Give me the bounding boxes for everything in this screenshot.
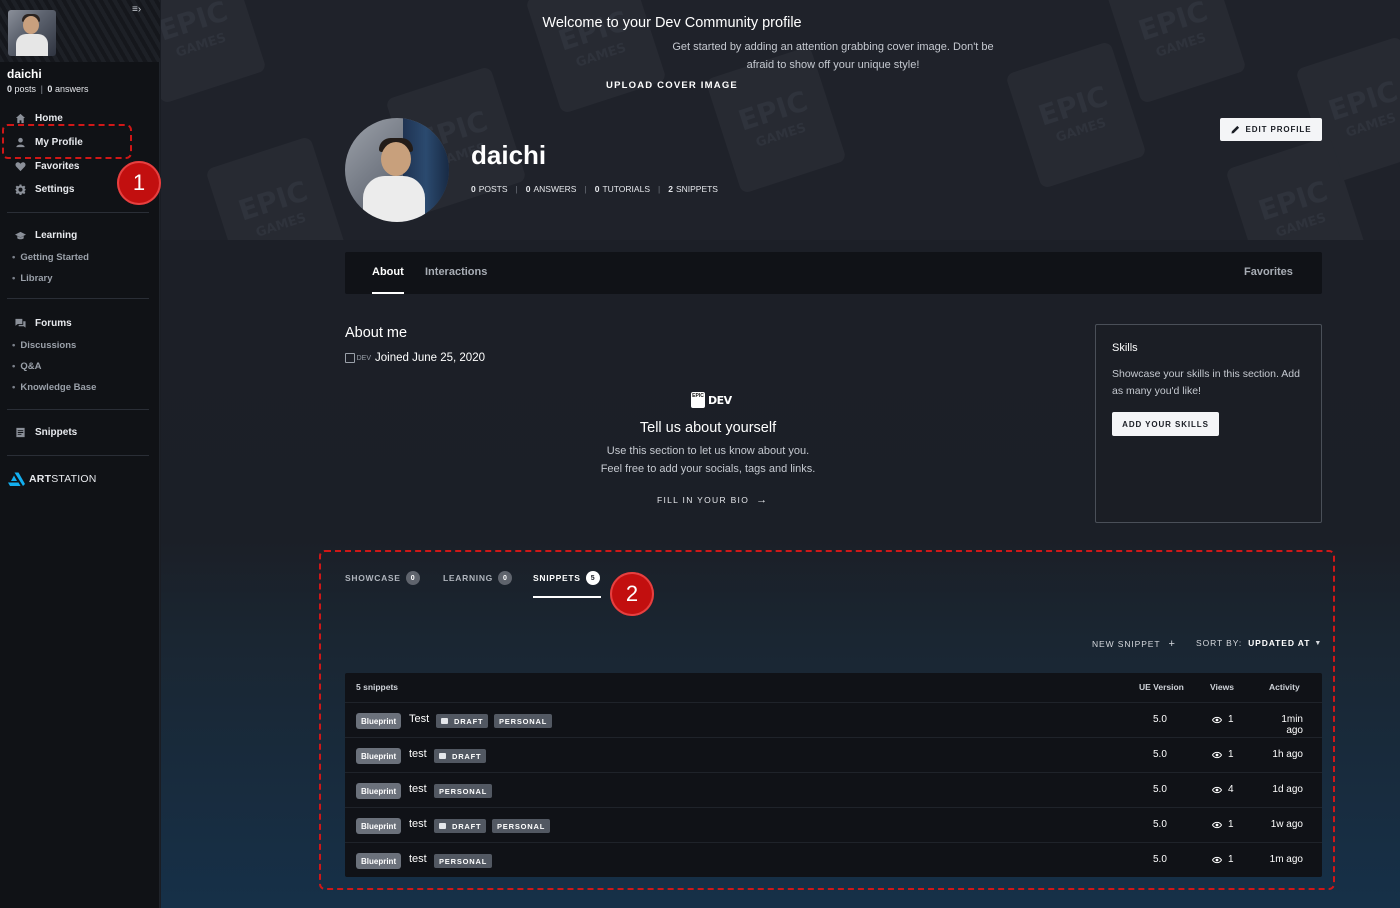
answers-count: 0	[47, 84, 53, 94]
tab-interactions[interactable]: Interactions	[425, 266, 487, 278]
sidebar-item-snippets[interactable]: Snippets	[14, 424, 77, 440]
avatar[interactable]	[8, 10, 56, 56]
skills-title: Skills	[1112, 342, 1138, 354]
answers-label: answers	[54, 84, 89, 94]
bio-empty-subtitle: Use this section to let us know about yo…	[600, 445, 816, 475]
sidebar-item-forums[interactable]: Forums	[14, 315, 72, 331]
profile-avatar[interactable]	[345, 118, 449, 222]
document-icon	[14, 426, 26, 438]
sidebar-subitem-library[interactable]: Library	[12, 273, 52, 284]
pencil-icon	[1230, 125, 1239, 134]
graduation-cap-icon	[14, 229, 26, 241]
sidebar-user-stats: 0 posts | 0 answers	[7, 84, 89, 94]
edit-profile-button[interactable]: EDIT PROFILE	[1220, 118, 1322, 141]
chat-bubbles-icon	[14, 317, 26, 329]
sidebar-subitem-qa[interactable]: Q&A	[12, 361, 41, 372]
sidebar-subitem-discussions[interactable]: Discussions	[12, 340, 76, 351]
sidebar-item-favorites[interactable]: Favorites	[14, 158, 79, 174]
cover-title: Welcome to your Dev Community profile	[542, 15, 802, 31]
dev-badge-icon: DEV	[345, 353, 371, 364]
watermark: EPIC GAMES	[1005, 40, 1147, 190]
sidebar-item-label: Learning	[35, 229, 78, 241]
artstation-label: STATION	[51, 473, 97, 485]
cover-area: EPIC GAMES EPIC GAMES EPIC GAMES EPIC GAMES …	[161, 0, 1400, 240]
about-title: About me	[345, 325, 408, 341]
gear-icon	[14, 183, 26, 195]
edit-profile-label: EDIT PROFILE	[1245, 125, 1312, 134]
sidebar-item-learning[interactable]: Learning	[14, 227, 77, 243]
profile-name: daichi	[471, 140, 547, 170]
sidebar-item-label: Home	[35, 112, 63, 124]
artstation-link[interactable]: ART STATION	[8, 472, 97, 486]
stat-tutorials[interactable]: 0 TUTORIALS	[595, 184, 650, 194]
joined-text: Joined June 25, 2020	[375, 352, 485, 364]
bio-empty-title: Tell us about yourself	[639, 420, 777, 436]
arrow-right-icon: →	[756, 494, 769, 506]
artstation-logo-icon	[8, 472, 25, 486]
skills-card: Skills Showcase your skills in this sect…	[1095, 324, 1322, 523]
stat-posts[interactable]: 0 POSTS	[471, 184, 508, 194]
tab-about[interactable]: About	[372, 266, 404, 294]
sidebar-item-settings[interactable]: Settings	[14, 181, 74, 197]
sidebar-item-label: Favorites	[35, 160, 80, 172]
sidebar-divider	[7, 409, 149, 410]
epic-dev-logo-icon: EPIC DEV	[691, 392, 732, 408]
profile-stats: 0 POSTS | 0 ANSWERS | 0 TUTORIALS | 2 SNIPPE…	[471, 184, 718, 194]
sidebar-item-label: Settings	[35, 183, 75, 195]
fill-bio-link[interactable]: FILL IN YOUR BIO →	[657, 494, 768, 506]
skills-subtitle: Showcase your skills in this section. Ad…	[1112, 368, 1300, 397]
upload-cover-button[interactable]: UPLOAD COVER IMAGE	[161, 80, 1344, 91]
watermark: EPIC GAMES	[205, 135, 347, 240]
annotation-marker-1: 1	[117, 161, 161, 205]
artstation-label-bold: ART	[29, 473, 52, 485]
sidebar-divider	[7, 212, 149, 213]
annotation-box-1	[2, 124, 132, 159]
sidebar-subitem-getting-started[interactable]: Getting Started	[12, 252, 89, 263]
annotation-box-2	[319, 550, 1335, 890]
joined-date: DEV Joined June 25, 2020	[345, 352, 485, 364]
fill-bio-label: FILL IN YOUR BIO	[657, 495, 750, 505]
profile-tab-bar: About Interactions Favorites	[345, 252, 1322, 294]
home-icon	[14, 112, 26, 124]
collapse-icon[interactable]: ≡›	[132, 4, 141, 15]
tab-favorites[interactable]: Favorites	[1244, 266, 1293, 278]
stat-snippets[interactable]: 2 SNIPPETS	[668, 184, 718, 194]
posts-count: 0	[7, 84, 13, 94]
sidebar-divider	[7, 455, 149, 456]
stat-answers[interactable]: 0 ANSWERS	[526, 184, 577, 194]
posts-label: posts	[14, 84, 37, 94]
sidebar-item-label: Forums	[35, 317, 72, 329]
annotation-marker-2: 2	[610, 572, 654, 616]
sidebar-user-name: daichi	[7, 67, 42, 81]
add-skills-button[interactable]: ADD YOUR SKILLS	[1112, 412, 1219, 436]
cover-subtitle: Get started by adding an attention grabb…	[672, 41, 994, 71]
heart-icon	[14, 160, 26, 172]
sidebar-item-label: Snippets	[35, 426, 78, 438]
sidebar-subitem-knowledge-base[interactable]: Knowledge Base	[12, 382, 96, 393]
sidebar-divider	[7, 298, 149, 299]
